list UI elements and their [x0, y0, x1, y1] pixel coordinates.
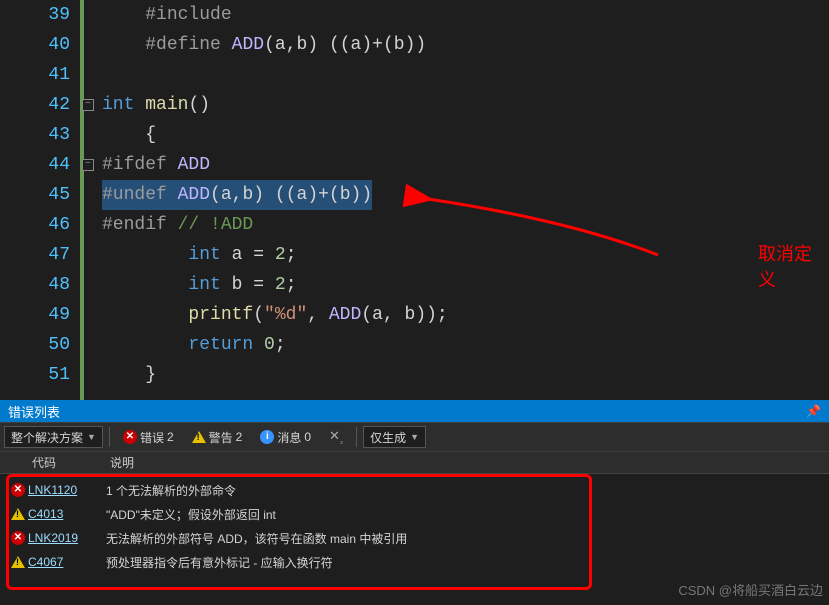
warning-icon [192, 431, 206, 443]
error-code-link[interactable]: LNK1120 [28, 483, 106, 497]
messages-count: 0 [304, 430, 311, 444]
error-icon: ✕ [123, 430, 137, 444]
error-row[interactable]: C4067预处理器指令后有意外标记 - 应输入换行符 [0, 550, 829, 574]
error-code-link[interactable]: C4067 [28, 555, 106, 569]
line-number-gutter: 39404142434445464748495051 [20, 0, 80, 400]
pin-icon[interactable]: 📌 [806, 404, 821, 418]
code-change-bar [80, 0, 84, 400]
error-row[interactable]: ✕LNK11201 个无法解析的外部命令 [0, 478, 829, 502]
line-number: 44 [20, 150, 70, 180]
annotation-text: 取消定义 [758, 240, 829, 292]
code-line[interactable]: #ifdef ADD [102, 150, 829, 180]
line-number: 40 [20, 30, 70, 60]
code-editor[interactable]: 39404142434445464748495051 −− 取消定义 #incl… [0, 0, 829, 400]
error-row[interactable]: C4013"ADD"未定义；假设外部返回 int [0, 502, 829, 526]
code-line[interactable]: printf("%d", ADD(a, b)); [102, 300, 829, 330]
code-area[interactable]: 取消定义 #include #define ADD(a,b) ((a)+(b))… [98, 0, 829, 400]
code-line[interactable]: int a = 2; [102, 240, 829, 270]
line-number: 50 [20, 330, 70, 360]
line-number: 47 [20, 240, 70, 270]
code-line[interactable]: { [102, 120, 829, 150]
warning-icon [11, 508, 25, 520]
warnings-label: 警告 [209, 429, 233, 446]
line-number: 51 [20, 360, 70, 390]
code-line[interactable]: return 0; [102, 330, 829, 360]
separator [109, 427, 110, 447]
line-number: 42 [20, 90, 70, 120]
error-row[interactable]: ✕LNK2019无法解析的外部符号 ADD，该符号在函数 main 中被引用 [0, 526, 829, 550]
info-icon: i [260, 430, 274, 444]
code-line[interactable]: int main() [102, 90, 829, 120]
warnings-filter-button[interactable]: 警告 2 [185, 426, 250, 448]
column-header-code[interactable]: 代码 [28, 452, 106, 473]
code-line[interactable]: #include [102, 0, 829, 30]
error-icon: ✕ [11, 531, 25, 545]
watermark: CSDN @将船买酒白云边 [678, 580, 823, 599]
warning-icon [11, 556, 25, 568]
messages-label: 消息 [277, 429, 301, 446]
scope-combo[interactable]: 整个解决方案 ▼ [4, 426, 103, 448]
error-icon: ✕ [11, 483, 25, 497]
fold-toggle[interactable]: − [82, 99, 94, 111]
column-header-desc[interactable]: 说明 [106, 452, 829, 473]
line-number: 48 [20, 270, 70, 300]
line-number: 39 [20, 0, 70, 30]
line-number: 49 [20, 300, 70, 330]
fold-strip[interactable]: −− [80, 0, 98, 400]
errors-label: 错误 [140, 429, 164, 446]
fold-toggle[interactable]: − [82, 159, 94, 171]
chevron-down-icon: ▼ [87, 432, 96, 442]
build-filter-value: 仅生成 [370, 429, 406, 446]
line-number: 46 [20, 210, 70, 240]
errors-count: 2 [167, 430, 174, 444]
line-number: 41 [20, 60, 70, 90]
warnings-count: 2 [236, 430, 243, 444]
error-list-toolbar: 整个解决方案 ▼ ✕ 错误 2 警告 2 i 消息 0 ✕₂ 仅生成 ▼ [0, 422, 829, 452]
code-line[interactable]: #undef ADD(a,b) ((a)+(b)) [102, 180, 829, 210]
error-grid-header[interactable]: 代码 说明 [0, 452, 829, 474]
error-description: 1 个无法解析的外部命令 [106, 482, 829, 499]
line-number: 45 [20, 180, 70, 210]
code-line[interactable]: int b = 2; [102, 270, 829, 300]
code-line[interactable] [102, 60, 829, 90]
line-number: 43 [20, 120, 70, 150]
panel-title-text: 错误列表 [8, 402, 60, 421]
code-line[interactable]: #endif // !ADD [102, 210, 829, 240]
scope-value: 整个解决方案 [11, 429, 83, 446]
code-line[interactable]: #define ADD(a,b) ((a)+(b)) [102, 30, 829, 60]
messages-filter-button[interactable]: i 消息 0 [253, 426, 318, 448]
code-line[interactable]: } [102, 360, 829, 390]
build-filter-combo[interactable]: 仅生成 ▼ [363, 426, 426, 448]
error-code-link[interactable]: C4013 [28, 507, 106, 521]
separator [356, 427, 357, 447]
error-description: "ADD"未定义；假设外部返回 int [106, 506, 829, 523]
chevron-down-icon: ▼ [410, 432, 419, 442]
clear-button[interactable]: ✕₂ [322, 426, 350, 448]
editor-left-margin [0, 0, 20, 400]
error-description: 预处理器指令后有意外标记 - 应输入换行符 [106, 554, 829, 571]
error-description: 无法解析的外部符号 ADD，该符号在函数 main 中被引用 [106, 530, 829, 547]
errors-filter-button[interactable]: ✕ 错误 2 [116, 426, 181, 448]
clear-icon: ✕₂ [329, 428, 343, 446]
error-list-title-bar[interactable]: 错误列表 📌 [0, 400, 829, 422]
error-code-link[interactable]: LNK2019 [28, 531, 106, 545]
error-list[interactable]: ✕LNK11201 个无法解析的外部命令C4013"ADD"未定义；假设外部返回… [0, 474, 829, 584]
